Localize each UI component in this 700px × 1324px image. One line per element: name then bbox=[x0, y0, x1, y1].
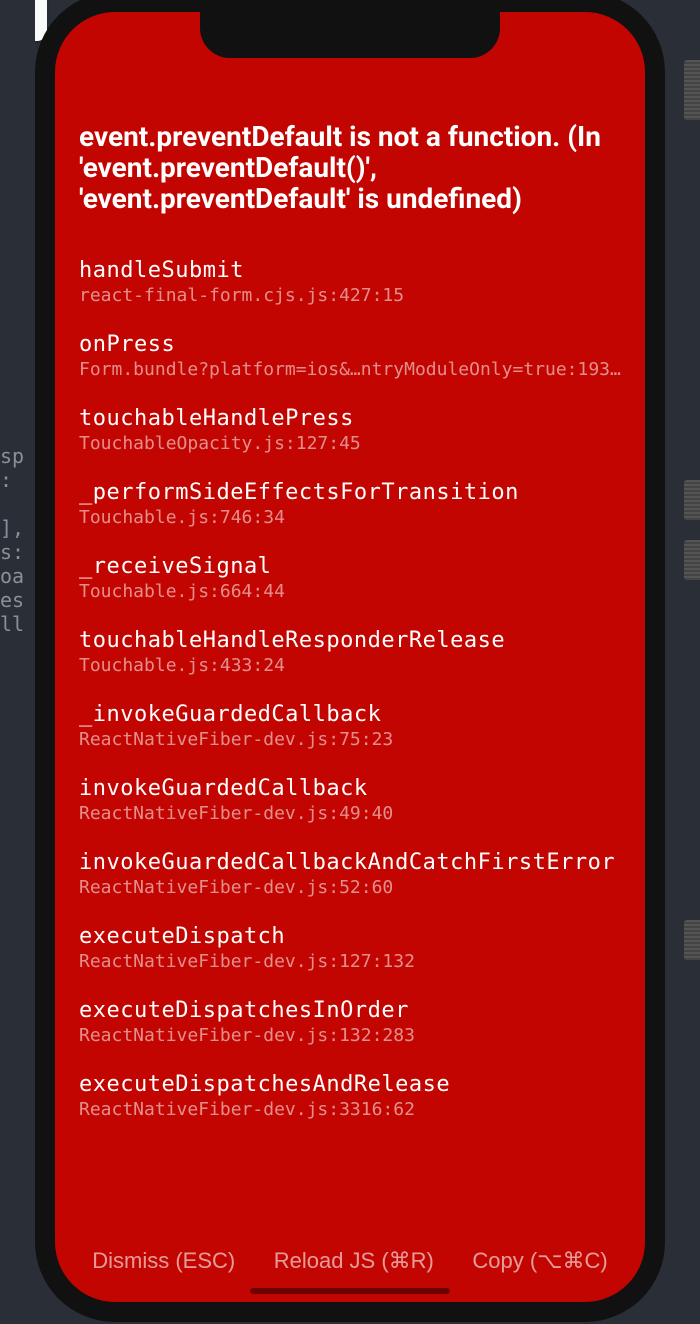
stack-frame-location: TouchableOpacity.js:127:45 bbox=[79, 433, 621, 454]
stack-frame-function: handleSubmit bbox=[79, 258, 621, 283]
stack-frame[interactable]: _performSideEffectsForTransitionTouchabl… bbox=[79, 480, 621, 528]
stack-frame-location: Touchable.js:433:24 bbox=[79, 655, 621, 676]
stack-frame-function: executeDispatch bbox=[79, 924, 621, 949]
stack-frame[interactable]: invokeGuardedCallbackReactNativeFiber-de… bbox=[79, 776, 621, 824]
stack-frame-location: ReactNativeFiber-dev.js:3316:62 bbox=[79, 1099, 621, 1120]
stack-frame[interactable]: executeDispatchesAndReleaseReactNativeFi… bbox=[79, 1072, 621, 1120]
stack-frame[interactable]: executeDispatchesInOrderReactNativeFiber… bbox=[79, 998, 621, 1046]
stack-frame-function: touchableHandleResponderRelease bbox=[79, 628, 621, 653]
home-indicator[interactable] bbox=[250, 1288, 450, 1294]
reload-button[interactable]: Reload JS (⌘R) bbox=[274, 1248, 434, 1274]
stack-frame-location: ReactNativeFiber-dev.js:132:283 bbox=[79, 1025, 621, 1046]
stack-frame-function: _receiveSignal bbox=[79, 554, 621, 579]
stack-frame-location: ReactNativeFiber-dev.js:52:60 bbox=[79, 877, 621, 898]
editor-code-gutter: sp : ], s: oa es ll bbox=[0, 0, 35, 1324]
stack-frame-function: _invokeGuardedCallback bbox=[79, 702, 621, 727]
error-message: event.preventDefault is not a function. … bbox=[79, 122, 621, 214]
stack-frame-function: executeDispatchesAndRelease bbox=[79, 1072, 621, 1097]
stack-frame[interactable]: touchableHandleResponderReleaseTouchable… bbox=[79, 628, 621, 676]
device-notch bbox=[200, 12, 500, 58]
stack-frame[interactable]: onPressForm.bundle?platform=ios&…ntryMod… bbox=[79, 332, 621, 380]
stack-frame-function: invokeGuardedCallback bbox=[79, 776, 621, 801]
editor-minimap bbox=[672, 0, 700, 1324]
stack-frame-location: ReactNativeFiber-dev.js:49:40 bbox=[79, 803, 621, 824]
stack-frame-location: Form.bundle?platform=ios&…ntryModuleOnly… bbox=[79, 359, 621, 380]
simulator-device-frame: event.preventDefault is not a function. … bbox=[35, 0, 665, 1322]
stack-frame-function: invokeGuardedCallbackAndCatchFirstError bbox=[79, 850, 621, 875]
redbox-action-bar: Dismiss (ESC) Reload JS (⌘R) Copy (⌥⌘C) bbox=[55, 1248, 645, 1274]
stack-frame[interactable]: invokeGuardedCallbackAndCatchFirstErrorR… bbox=[79, 850, 621, 898]
copy-button[interactable]: Copy (⌥⌘C) bbox=[472, 1248, 607, 1274]
redbox-error-screen[interactable]: event.preventDefault is not a function. … bbox=[55, 12, 645, 1302]
simulator-screen: event.preventDefault is not a function. … bbox=[55, 12, 645, 1302]
stack-frame-function: executeDispatchesInOrder bbox=[79, 998, 621, 1023]
stack-frame[interactable]: _receiveSignalTouchable.js:664:44 bbox=[79, 554, 621, 602]
stack-frame-location: Touchable.js:664:44 bbox=[79, 581, 621, 602]
stack-frame-location: ReactNativeFiber-dev.js:127:132 bbox=[79, 951, 621, 972]
stack-frame[interactable]: handleSubmitreact-final-form.cjs.js:427:… bbox=[79, 258, 621, 306]
stack-frame[interactable]: executeDispatchReactNativeFiber-dev.js:1… bbox=[79, 924, 621, 972]
stack-trace[interactable]: handleSubmitreact-final-form.cjs.js:427:… bbox=[79, 258, 621, 1120]
stack-frame[interactable]: _invokeGuardedCallbackReactNativeFiber-d… bbox=[79, 702, 621, 750]
stack-frame-location: Touchable.js:746:34 bbox=[79, 507, 621, 528]
stack-frame-function: touchableHandlePress bbox=[79, 406, 621, 431]
stack-frame-location: react-final-form.cjs.js:427:15 bbox=[79, 285, 621, 306]
stack-frame-location: ReactNativeFiber-dev.js:75:23 bbox=[79, 729, 621, 750]
stack-frame[interactable]: touchableHandlePressTouchableOpacity.js:… bbox=[79, 406, 621, 454]
dismiss-button[interactable]: Dismiss (ESC) bbox=[92, 1248, 235, 1274]
stack-frame-function: onPress bbox=[79, 332, 621, 357]
stack-frame-function: _performSideEffectsForTransition bbox=[79, 480, 621, 505]
